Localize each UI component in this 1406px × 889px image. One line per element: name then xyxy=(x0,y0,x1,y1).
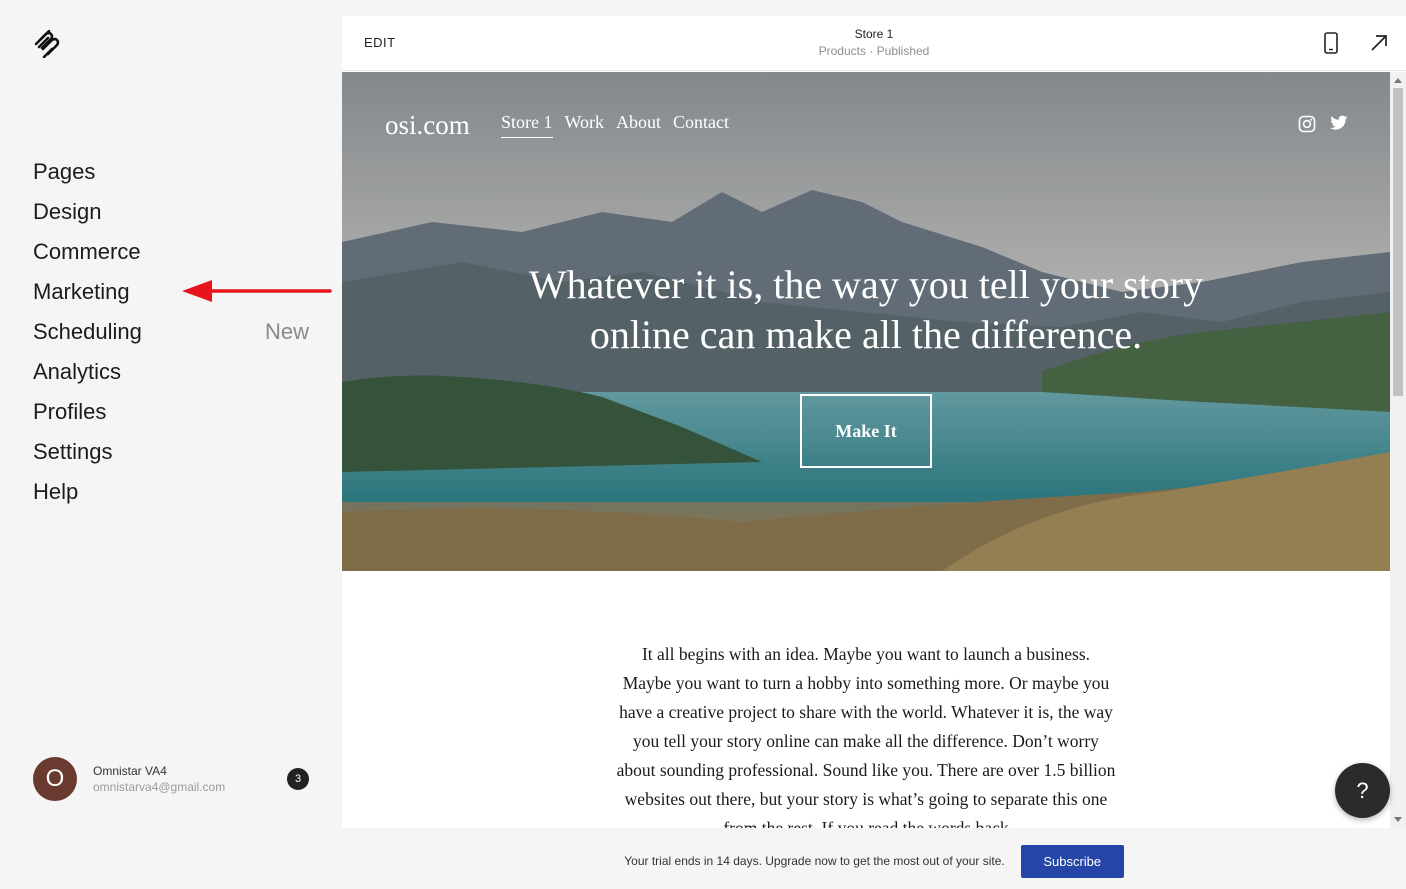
mobile-icon[interactable] xyxy=(1323,32,1339,54)
sidebar: Pages Design Commerce Marketing Scheduli… xyxy=(0,0,342,889)
page-info: Store 1 Products · Published xyxy=(342,27,1406,58)
hero-section: osi.com Store 1 Work About Contact Whate… xyxy=(342,72,1390,571)
nav-label: Analytics xyxy=(33,359,122,384)
site-nav: Store 1 Work About Contact xyxy=(501,112,729,138)
profile-name: Omnistar VA4 xyxy=(93,764,167,778)
nav-label: Profiles xyxy=(33,399,107,424)
nav-label: Pages xyxy=(33,159,96,184)
profile-info: Omnistar VA4 omnistarva4@gmail.com xyxy=(93,764,225,794)
nav-item-scheduling[interactable]: Scheduling New xyxy=(33,312,313,352)
annotation-arrow-icon xyxy=(182,280,332,302)
nav-item-profiles[interactable]: Profiles xyxy=(33,392,313,432)
help-button[interactable]: ? xyxy=(1335,763,1390,818)
nav-label: Settings xyxy=(33,439,113,464)
twitter-icon[interactable] xyxy=(1330,115,1348,131)
expand-icon[interactable] xyxy=(1370,34,1388,52)
trial-banner: Your trial ends in 14 days. Upgrade now … xyxy=(342,836,1406,886)
nav-label: Scheduling xyxy=(33,319,142,344)
nav-item-pages[interactable]: Pages xyxy=(33,152,313,192)
page-name: Store 1 xyxy=(854,27,894,41)
site-logo[interactable]: osi.com xyxy=(385,110,470,141)
nav-item-settings[interactable]: Settings xyxy=(33,432,313,472)
preview-scrollbar[interactable] xyxy=(1390,72,1406,828)
subscribe-button[interactable]: Subscribe xyxy=(1020,844,1124,878)
instagram-icon[interactable] xyxy=(1298,115,1316,133)
social-links xyxy=(1298,115,1348,133)
site-nav-store-1[interactable]: Store 1 xyxy=(501,112,553,138)
nav-label: Commerce xyxy=(33,239,141,264)
preview-toolbar: EDIT Store 1 Products · Published xyxy=(342,16,1406,71)
site-nav-contact[interactable]: Contact xyxy=(673,112,729,138)
trial-message: Your trial ends in 14 days. Upgrade now … xyxy=(624,854,1005,868)
nav-item-design[interactable]: Design xyxy=(33,192,313,232)
nav-label: Help xyxy=(33,479,79,504)
intro-paragraph: It all begins with an idea. Maybe you wa… xyxy=(616,644,1116,828)
scroll-up-icon[interactable] xyxy=(1394,78,1402,83)
user-profile[interactable]: O Omnistar VA4 omnistarva4@gmail.com 3 xyxy=(33,756,313,802)
profile-email: omnistarva4@gmail.com xyxy=(93,780,226,794)
squarespace-logo-icon[interactable] xyxy=(32,30,62,58)
new-badge: New xyxy=(264,319,309,344)
notification-count-badge[interactable]: 3 xyxy=(287,768,309,790)
site-nav-about[interactable]: About xyxy=(616,112,661,138)
nav-label: Design xyxy=(33,199,102,224)
page-status: Products · Published xyxy=(818,44,930,58)
main-nav: Pages Design Commerce Marketing Scheduli… xyxy=(33,152,313,512)
nav-label: Marketing xyxy=(33,279,130,304)
avatar[interactable]: O xyxy=(33,757,77,801)
nav-item-analytics[interactable]: Analytics xyxy=(33,352,313,392)
make-it-button[interactable]: Make It xyxy=(800,394,932,468)
site-canvas: osi.com Store 1 Work About Contact Whate… xyxy=(342,72,1390,828)
site-preview-panel: EDIT Store 1 Products · Published osi.co… xyxy=(342,16,1406,828)
site-nav-work[interactable]: Work xyxy=(565,112,605,138)
scroll-thumb[interactable] xyxy=(1393,88,1403,396)
nav-item-commerce[interactable]: Commerce xyxy=(33,232,313,272)
scroll-down-icon[interactable] xyxy=(1394,817,1402,822)
hero-title: Whatever it is, the way you tell your st… xyxy=(528,262,1204,357)
nav-item-help[interactable]: Help xyxy=(33,472,313,512)
